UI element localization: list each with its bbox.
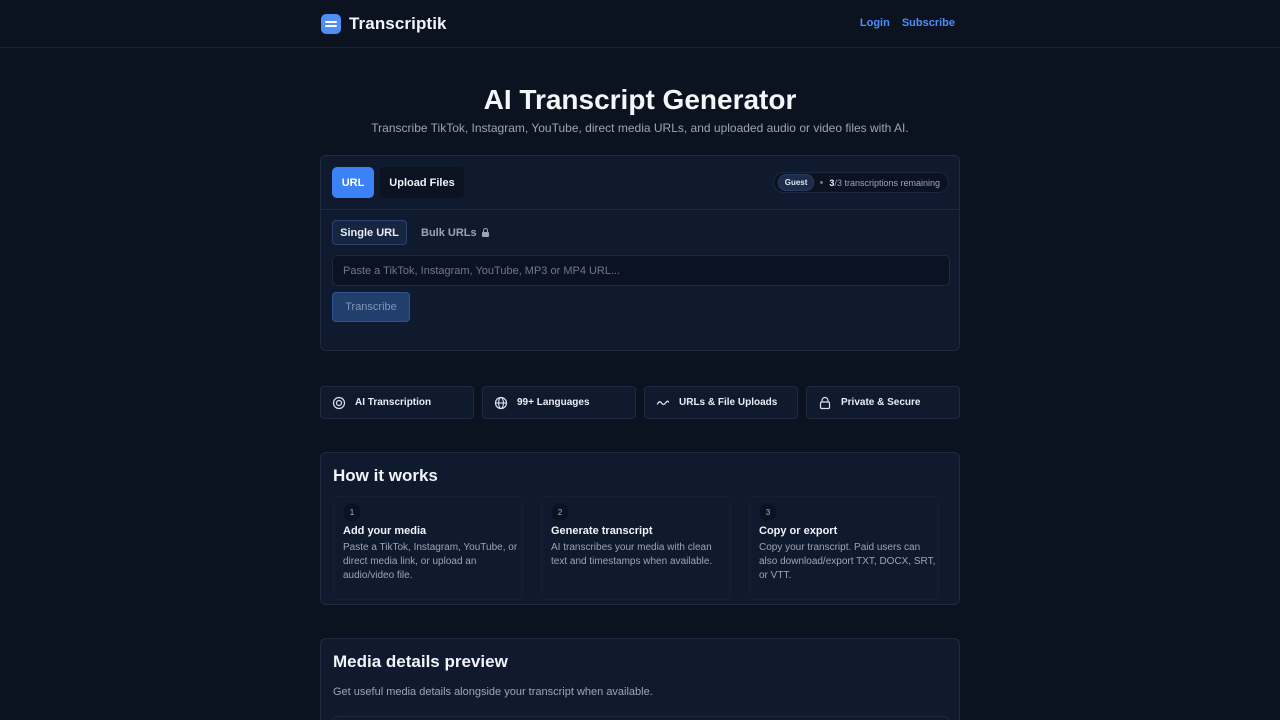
transcribe-button[interactable]: Transcribe <box>332 292 410 322</box>
feature-label: Private & Secure <box>841 397 921 408</box>
login-link[interactable]: Login <box>860 17 890 29</box>
target-icon <box>332 396 346 409</box>
brand-name: Transcriptik <box>349 14 447 33</box>
guest-badge: Guest <box>777 174 815 191</box>
page-subtitle: Transcribe TikTok, Instagram, YouTube, d… <box>371 121 909 135</box>
step-title: Add your media <box>343 525 427 537</box>
mode-bulk-urls-label: Bulk URLs <box>421 226 477 239</box>
how-it-works-title: How it works <box>333 466 438 485</box>
header-nav: Login Subscribe <box>860 17 955 29</box>
transcriber-card: URL Upload Files Guest 3/3 transcription… <box>320 155 960 351</box>
separator-dot <box>820 181 824 184</box>
step-number: 1 <box>343 503 361 521</box>
transcription-quota: Guest 3/3 transcriptions remaining <box>772 172 949 193</box>
logo-icon <box>321 14 341 34</box>
media-preview-panel <box>332 716 949 720</box>
tab-url[interactable]: URL <box>332 167 374 198</box>
lock-icon <box>819 396 831 409</box>
feature-label: AI Transcription <box>355 397 432 408</box>
mode-single-url[interactable]: Single URL <box>332 220 407 245</box>
brand-logo[interactable]: Transcriptik <box>321 14 447 34</box>
tab-upload-files[interactable]: Upload Files <box>380 167 464 198</box>
step-card: 3 Copy or export Copy your transcript. P… <box>749 496 939 600</box>
step-title: Generate transcript <box>551 525 653 537</box>
media-details-preview-section: Media details preview Get useful media d… <box>320 638 960 720</box>
quota-text: 3/3 transcriptions remaining <box>829 178 940 188</box>
step-title: Copy or export <box>759 525 838 537</box>
media-preview-subtitle: Get useful media details alongside your … <box>333 686 653 698</box>
step-number: 3 <box>759 503 777 521</box>
waveform-icon <box>656 400 670 405</box>
feature-urls-uploads: URLs & File Uploads <box>644 386 798 419</box>
lock-icon <box>481 228 489 237</box>
quota-rest: /3 transcriptions remaining <box>834 177 940 188</box>
feature-languages: 99+ Languages <box>482 386 636 419</box>
feature-ai-transcription: AI Transcription <box>320 386 474 419</box>
step-card: 1 Add your media Paste a TikTok, Instagr… <box>333 496 523 600</box>
step-card: 2 Generate transcript AI transcribes you… <box>541 496 731 600</box>
subscribe-link[interactable]: Subscribe <box>902 17 955 29</box>
step-number: 2 <box>551 503 569 521</box>
step-description: Paste a TikTok, Instagram, YouTube, or d… <box>343 542 518 581</box>
top-navigation-bar: Transcriptik Login Subscribe <box>0 0 1280 48</box>
feature-label: URLs & File Uploads <box>679 397 778 408</box>
url-input[interactable] <box>332 255 950 286</box>
feature-private-secure: Private & Secure <box>806 386 960 419</box>
transcriber-card-header: URL Upload Files Guest 3/3 transcription… <box>321 156 959 210</box>
globe-icon <box>494 396 508 409</box>
feature-label: 99+ Languages <box>517 397 590 408</box>
media-preview-title: Media details preview <box>333 652 508 671</box>
mode-bulk-urls[interactable]: Bulk URLs <box>421 220 489 245</box>
page-title: AI Transcript Generator <box>483 84 797 115</box>
how-it-works-section: How it works 1 Add your media Paste a Ti… <box>320 452 960 605</box>
step-description: AI transcribes your media with clean tex… <box>551 542 713 567</box>
step-description: Copy your transcript. Paid users can als… <box>759 542 936 581</box>
